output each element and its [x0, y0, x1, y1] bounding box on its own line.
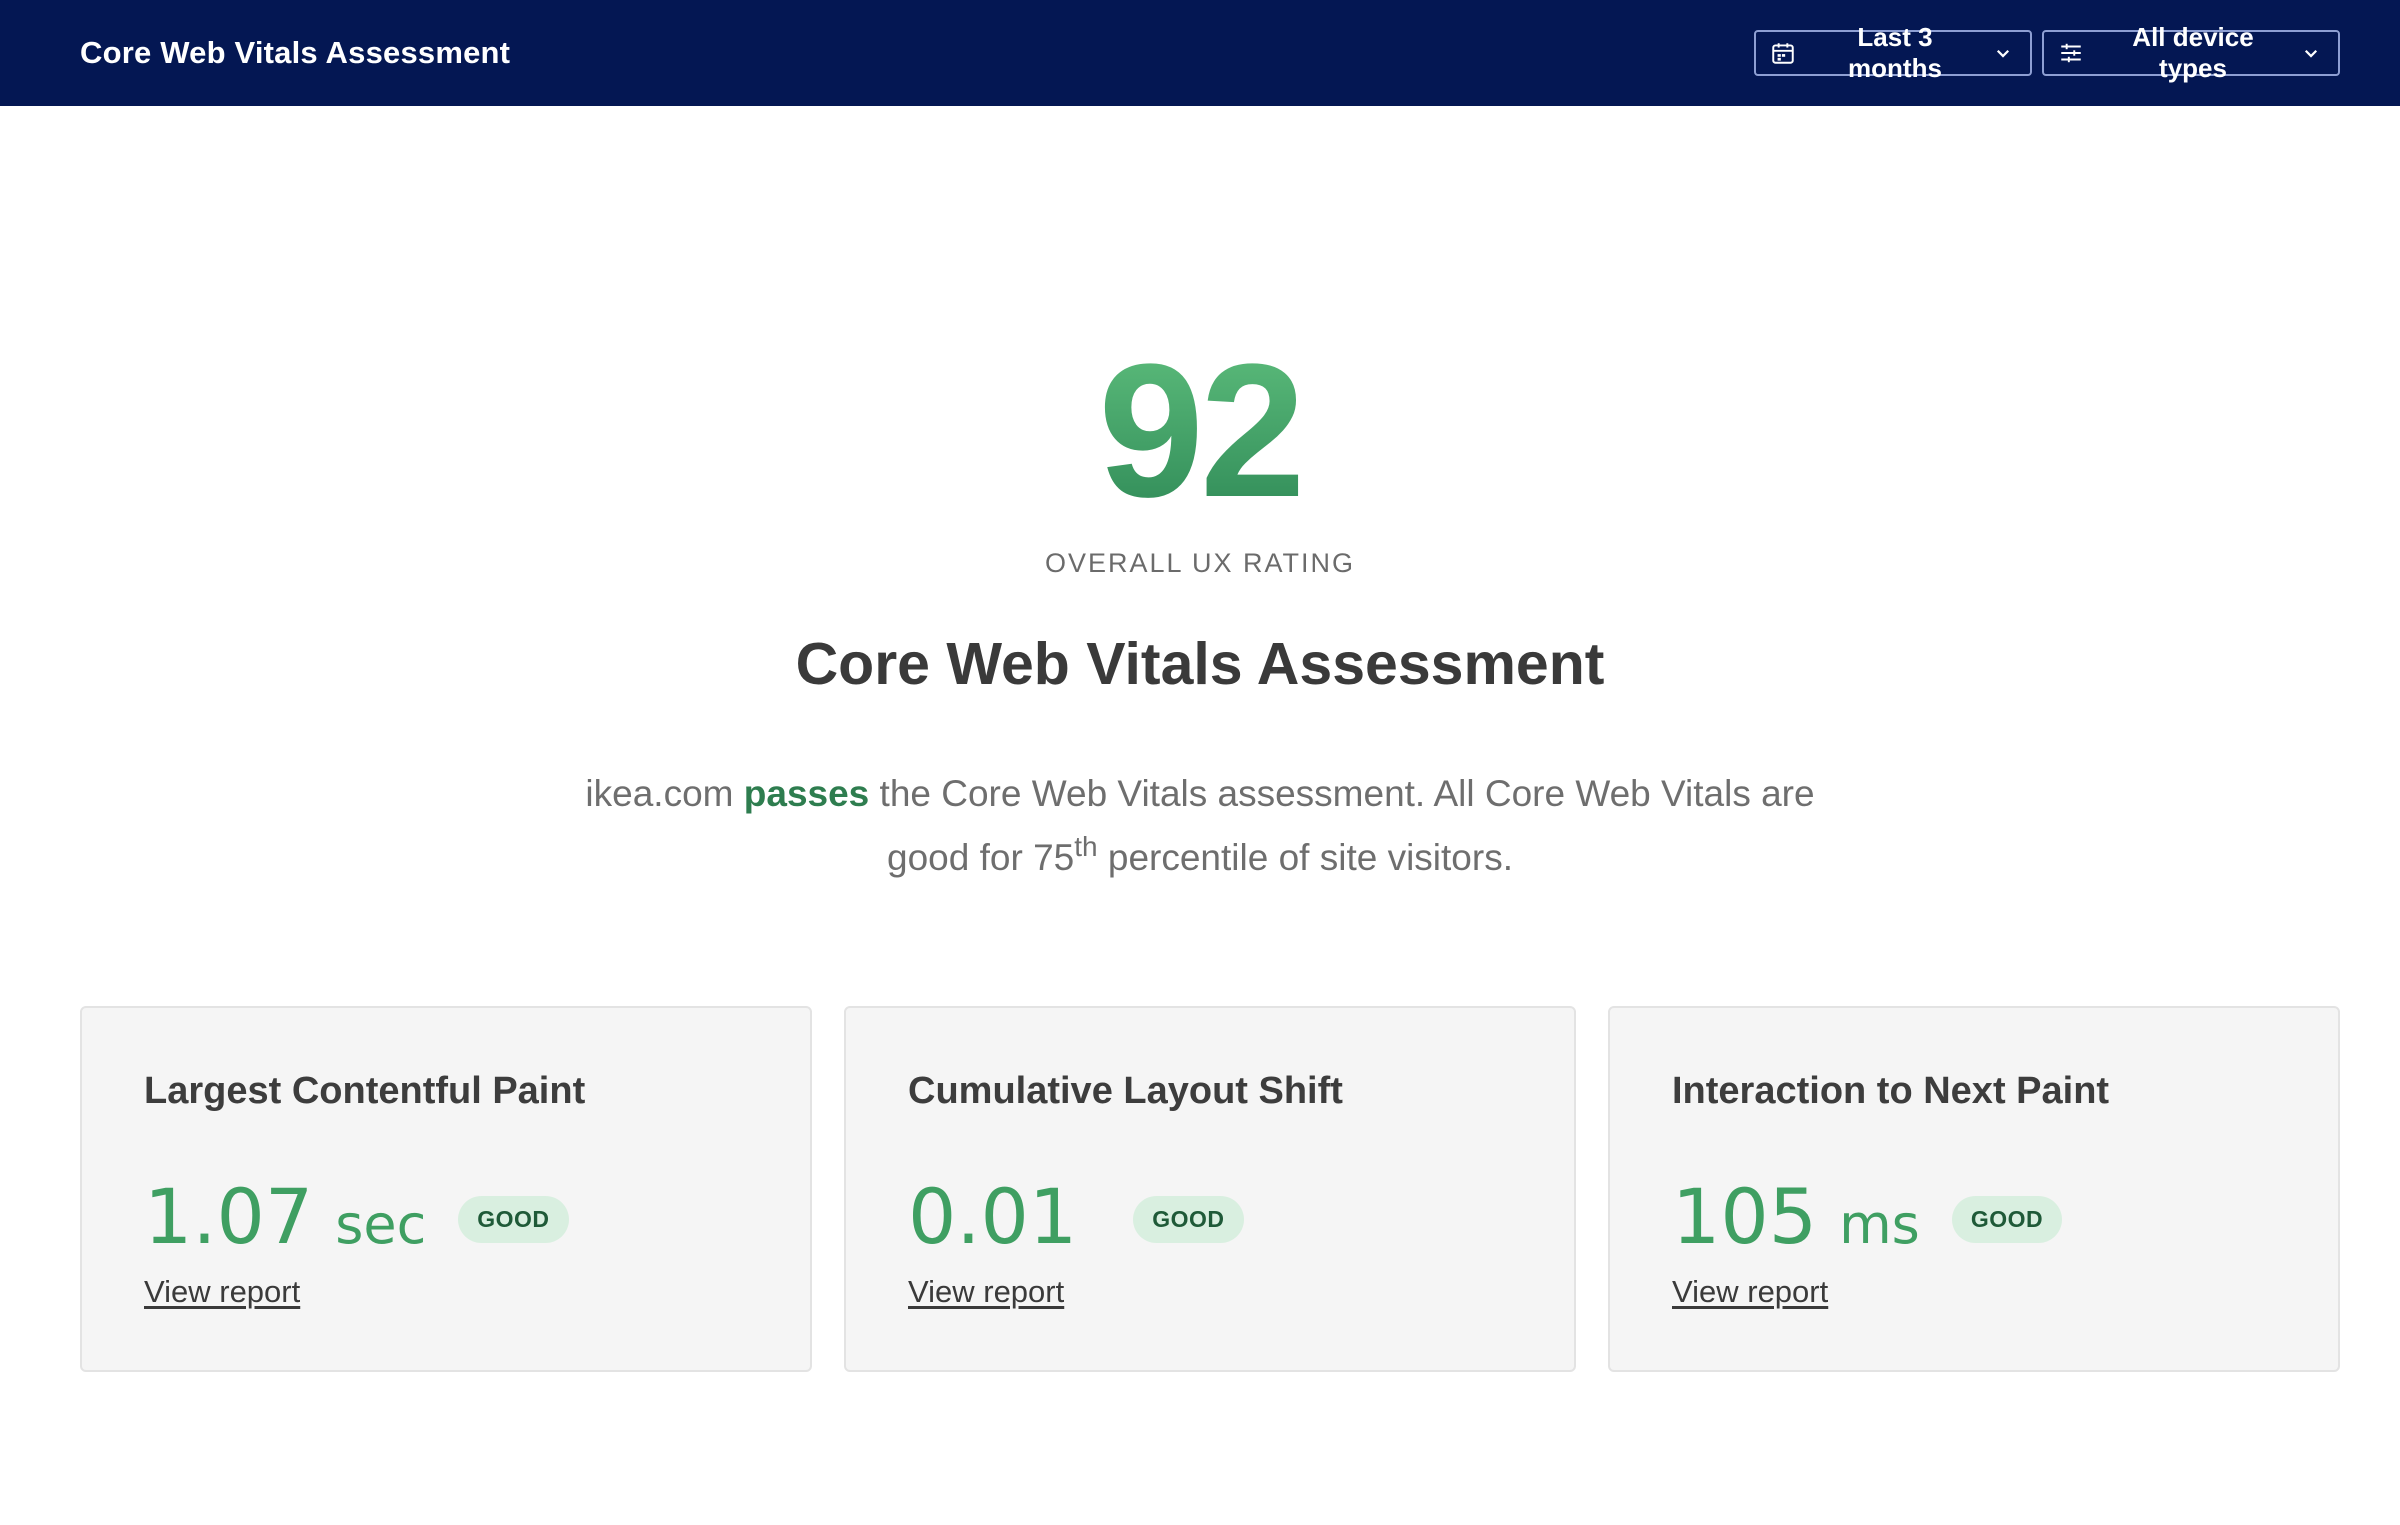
metric-row: 1.07 sec GOOD: [144, 1176, 748, 1258]
score-label: OVERALL UX RATING: [1044, 548, 1356, 578]
metric-value: 0.01: [908, 1172, 1078, 1261]
view-report-link[interactable]: View report: [1672, 1274, 1828, 1310]
metric-value: 105: [1672, 1172, 1818, 1261]
view-report-link[interactable]: View report: [144, 1274, 300, 1310]
sliders-icon: [2058, 40, 2084, 66]
calendar-icon: [1770, 40, 1796, 66]
metric-title: Cumulative Layout Shift: [908, 1070, 1343, 1112]
device-type-dropdown[interactable]: All device types: [2042, 22, 2340, 83]
metric-unit: sec: [335, 1193, 427, 1256]
summary-text-2: percentile of site visitors.: [1107, 837, 1513, 878]
pass-status: passes: [743, 773, 870, 814]
device-filter-label: All device types: [2132, 22, 2254, 83]
app-title: Core Web Vitals Assessment: [80, 35, 511, 70]
date-range-label: Last 3 months: [1848, 22, 1942, 83]
chevron-down-icon: [1994, 44, 2012, 62]
metric-card-lcp: Largest Contentful Paint 1.07 sec GOOD V…: [80, 1006, 812, 1372]
metric-unit: ms: [1839, 1193, 1920, 1256]
assessment-summary: ikea.com passes the Core Web Vitals asse…: [560, 762, 1840, 890]
chevron-down-icon: [2302, 44, 2320, 62]
status-badge: GOOD: [458, 1195, 569, 1243]
date-range-dropdown[interactable]: Last 3 months: [1754, 22, 2032, 83]
ordinal-suffix: th: [1074, 831, 1098, 862]
view-report-link[interactable]: View report: [908, 1274, 1064, 1310]
metric-title: Largest Contentful Paint: [144, 1070, 586, 1112]
status-badge: GOOD: [1951, 1195, 2063, 1243]
assessment-heading: Core Web Vitals Assessment: [795, 631, 1605, 697]
filter-group: Last 3 months All device types: [1754, 22, 2340, 83]
site-name: ikea.com: [585, 773, 734, 814]
metric-card-inp: Interaction to Next Paint 105 ms GOOD Vi…: [1608, 1006, 2340, 1372]
metric-row: 0.01 GOOD: [908, 1176, 1512, 1258]
metric-cards: Largest Contentful Paint 1.07 sec GOOD V…: [80, 1006, 2340, 1372]
metric-row: 105 ms GOOD: [1672, 1176, 2276, 1258]
status-badge: GOOD: [1133, 1195, 1244, 1243]
metric-value: 1.07: [144, 1172, 314, 1261]
top-bar: Core Web Vitals Assessment Last 3 months: [0, 0, 2400, 106]
metric-card-cls: Cumulative Layout Shift 0.01 GOOD View r…: [844, 1006, 1576, 1372]
overall-score: 92: [0, 336, 2400, 526]
metric-title: Interaction to Next Paint: [1672, 1070, 2110, 1112]
